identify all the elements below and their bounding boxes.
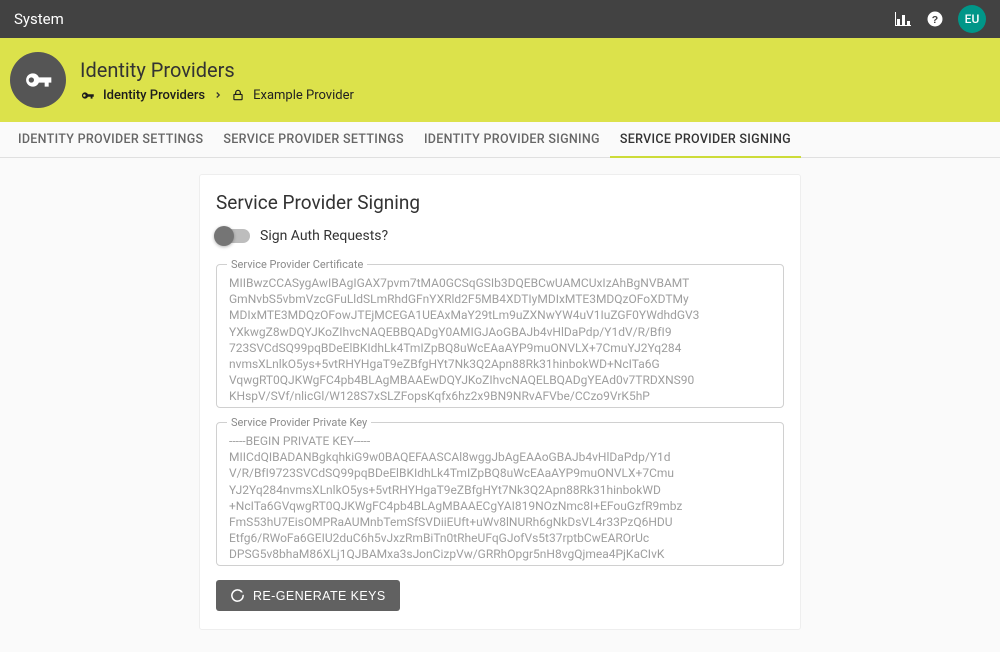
lock-icon — [231, 88, 245, 102]
regenerate-keys-button[interactable]: RE-GENERATE KEYS — [216, 580, 400, 611]
key-icon — [80, 88, 95, 103]
header-band: Identity Providers Identity Providers Ex… — [0, 38, 1000, 122]
avatar[interactable]: EU — [958, 5, 986, 33]
tab-identity-provider-signing[interactable]: IDENTITY PROVIDER SIGNING — [414, 122, 610, 158]
sign-auth-toggle-label: Sign Auth Requests? — [260, 228, 388, 244]
section-heading: Service Provider Signing — [216, 191, 784, 214]
sign-auth-toggle[interactable] — [216, 229, 250, 243]
tab-service-provider-signing[interactable]: SERVICE PROVIDER SIGNING — [610, 122, 801, 158]
tab-service-provider-settings[interactable]: SERVICE PROVIDER SETTINGS — [213, 122, 414, 158]
page-title: Identity Providers — [80, 58, 354, 82]
key-circle-icon — [10, 52, 66, 108]
sp-private-key-label: Service Provider Private Key — [227, 416, 371, 429]
refresh-icon — [230, 588, 245, 603]
breadcrumb-root[interactable]: Identity Providers — [103, 88, 205, 103]
tabs: IDENTITY PROVIDER SETTINGS SERVICE PROVI… — [0, 122, 1000, 158]
regenerate-keys-label: RE-GENERATE KEYS — [253, 589, 386, 603]
chart-icon[interactable] — [890, 6, 916, 32]
chevron-right-icon — [213, 90, 223, 100]
sp-certificate-label: Service Provider Certificate — [227, 258, 367, 271]
avatar-initials: EU — [965, 12, 980, 26]
breadcrumb: Identity Providers Example Provider — [80, 88, 354, 103]
sp-private-key-input[interactable] — [217, 423, 783, 561]
tab-identity-provider-settings[interactable]: IDENTITY PROVIDER SETTINGS — [8, 122, 213, 158]
signing-card: Service Provider Signing Sign Auth Reque… — [199, 174, 801, 630]
sp-certificate-field: Service Provider Certificate — [216, 264, 784, 408]
sign-auth-toggle-row: Sign Auth Requests? — [216, 228, 784, 244]
sp-private-key-field: Service Provider Private Key — [216, 422, 784, 566]
help-icon[interactable]: ? — [922, 6, 948, 32]
topbar: System ? EU — [0, 0, 1000, 38]
breadcrumb-current: Example Provider — [253, 88, 354, 103]
app-title: System — [14, 10, 64, 28]
svg-text:?: ? — [932, 14, 938, 26]
sp-certificate-input[interactable] — [217, 265, 783, 403]
